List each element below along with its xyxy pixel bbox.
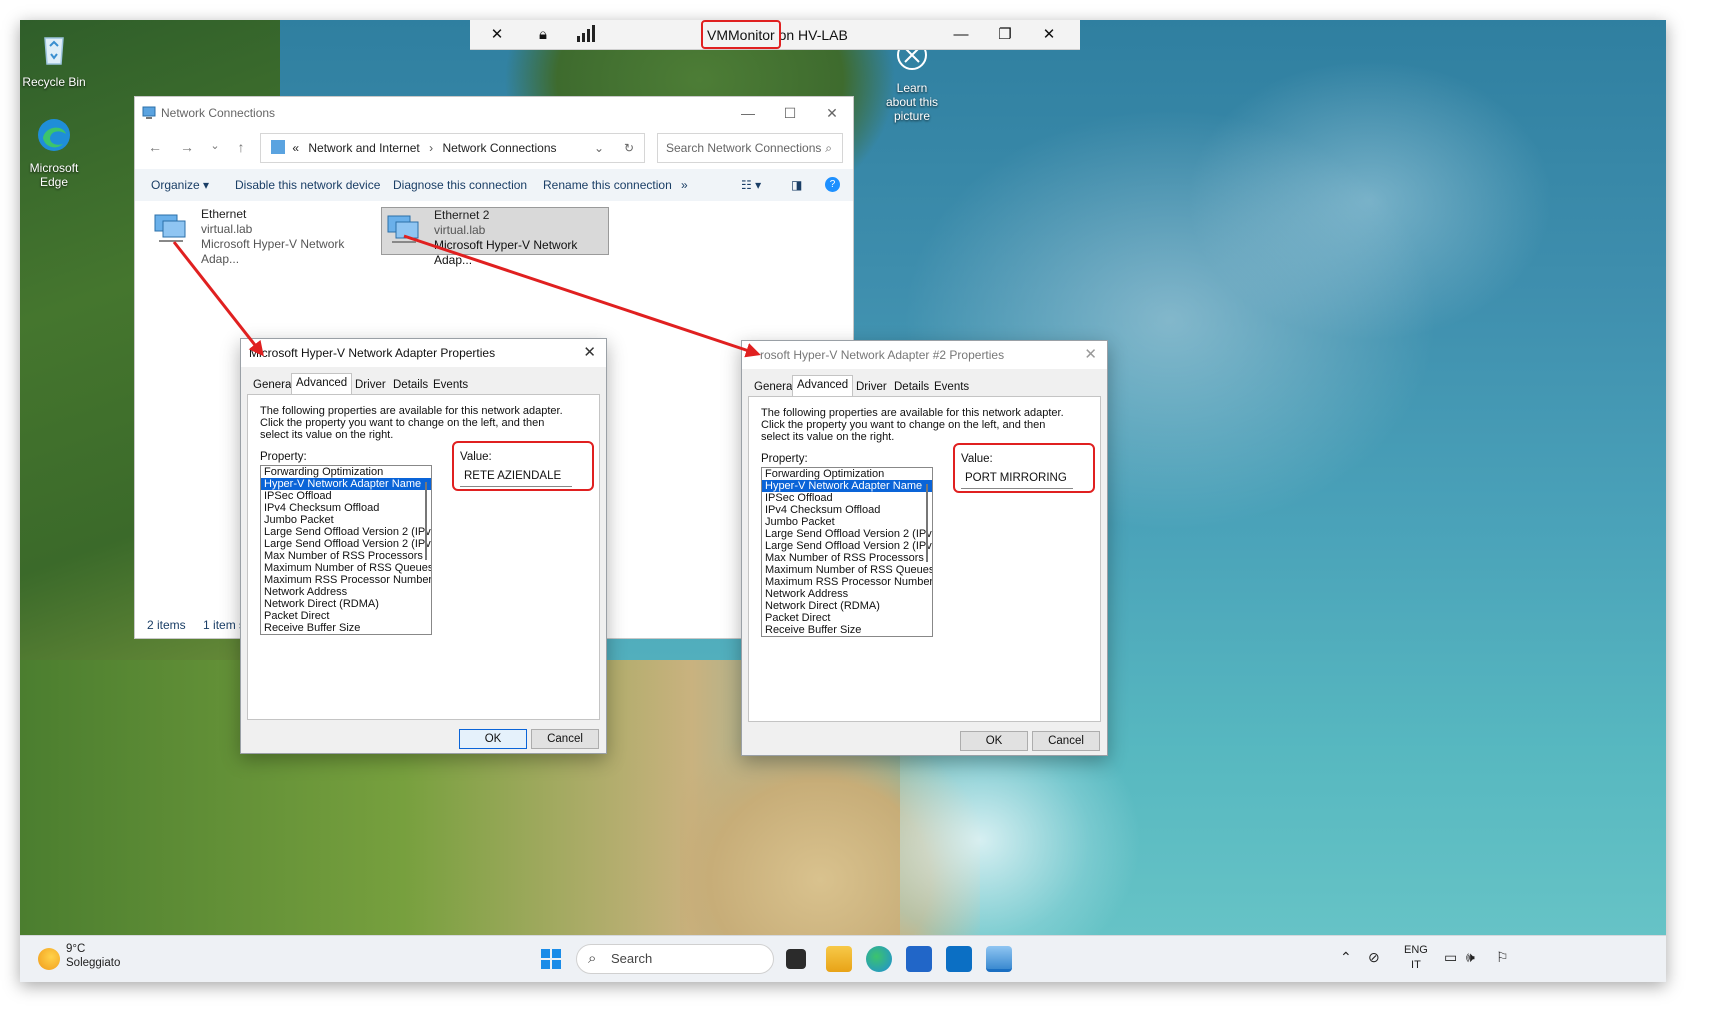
- screenshot-frame: Recycle Bin Microsoft Edge Learn about t…: [20, 20, 1666, 982]
- weather-description: Soleggiato: [66, 957, 121, 969]
- file-explorer-icon[interactable]: [826, 946, 852, 972]
- network-disconnected-icon[interactable]: ⊘: [1368, 949, 1380, 966]
- chevron-up-icon[interactable]: ⌃: [1340, 949, 1352, 966]
- speaker-icon[interactable]: 🕪︎: [1466, 949, 1475, 966]
- annotation-arrows: [172, 234, 761, 358]
- taskbar-search-label: Search: [611, 951, 653, 966]
- remote-desktop-icon[interactable]: [986, 946, 1012, 972]
- edge-icon[interactable]: [866, 946, 892, 972]
- windows-start-icon[interactable]: [540, 948, 562, 970]
- taskbar-search-box[interactable]: ⌕ Search: [576, 944, 774, 974]
- annotation-arrow-ethernet-2: [403, 234, 761, 358]
- language-code: ENG: [1404, 944, 1428, 956]
- search-icon: ⌕: [588, 950, 597, 967]
- weather-temperature: 9°C: [66, 943, 86, 955]
- display-icon[interactable]: ▭: [1444, 949, 1457, 966]
- language-indicator[interactable]: ENG IT: [1404, 943, 1428, 973]
- notification-icon[interactable]: ⚐: [1496, 949, 1509, 966]
- sun-weather-icon[interactable]: [38, 948, 60, 970]
- task-view-icon[interactable]: [786, 949, 806, 969]
- outlook-icon[interactable]: [946, 946, 972, 972]
- weather-widget[interactable]: 9°C Soleggiato: [66, 942, 120, 970]
- taskbar: 9°C Soleggiato ⌕ Search ⌃ ⊘ ENG IT ▭ 🕪︎ …: [20, 935, 1666, 982]
- keyboard-layout: IT: [1411, 959, 1421, 971]
- annotation-arrow-ethernet: [172, 241, 264, 357]
- microsoft-store-icon[interactable]: [906, 946, 932, 972]
